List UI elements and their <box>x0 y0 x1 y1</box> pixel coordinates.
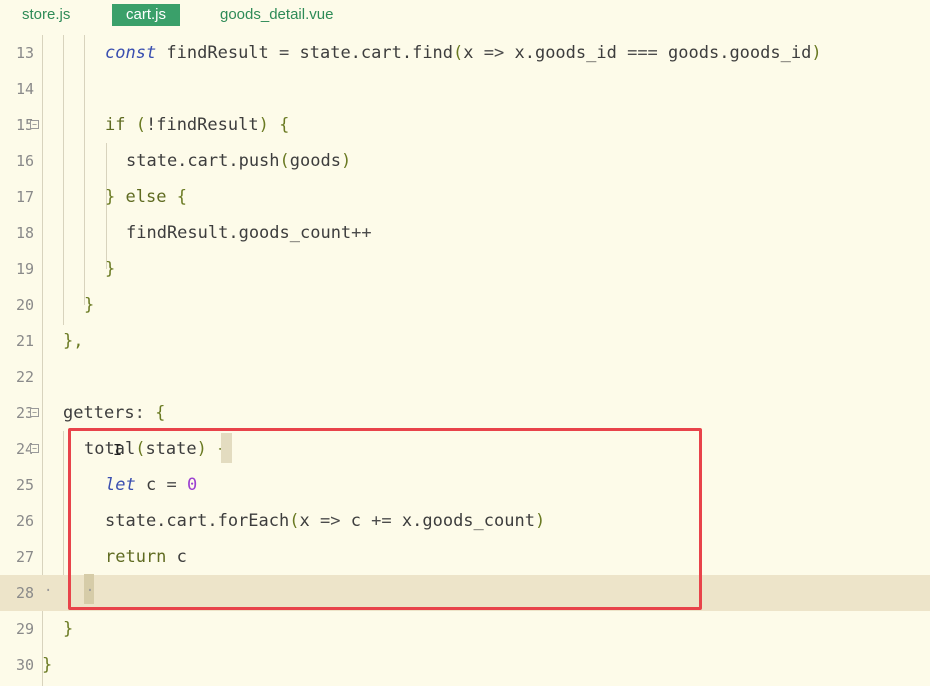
code-line: 30 } <box>0 647 930 683</box>
line-number: 21 <box>15 332 34 350</box>
line-number: 25 <box>15 476 34 494</box>
code-line: 13 const findResult = state.cart.find(x … <box>0 35 930 71</box>
code-text: if (!findResult) { <box>105 115 290 135</box>
line-number: 22 <box>15 368 34 386</box>
code-text: state.cart.push(goods) <box>126 151 352 171</box>
line-number: 28 <box>15 584 34 602</box>
code-line: 18 findResult.goods_count++ <box>0 215 930 251</box>
tab-store-js[interactable]: store.js <box>22 4 70 26</box>
line-number: 14 <box>15 80 34 98</box>
code-text: }, <box>63 331 84 351</box>
line-number: 17 <box>15 188 34 206</box>
code-line: 17 } else { <box>0 179 930 215</box>
code-line: 22 <box>0 359 930 395</box>
code-text: } <box>63 619 74 639</box>
code-line: 14 <box>0 71 930 107</box>
line-number: 30 <box>15 656 34 674</box>
code-line: 15 − if (!findResult) { <box>0 107 930 143</box>
code-text: } <box>42 655 53 675</box>
line-number: 15 <box>15 116 34 134</box>
fold-toggle-icon[interactable]: − <box>30 120 39 129</box>
code-text: } <box>84 295 95 315</box>
line-number: 18 <box>15 224 34 242</box>
code-text: } <box>105 259 116 279</box>
editor-tab-bar: store.js cart.js goods_detail.vue <box>0 0 930 32</box>
code-text: getters: { <box>63 403 166 423</box>
code-line: 20 } <box>0 287 930 323</box>
code-line: 16 state.cart.push(goods) <box>0 143 930 179</box>
code-line: 29 } <box>0 611 930 647</box>
tab-cart-js[interactable]: cart.js <box>112 4 181 26</box>
line-number: 16 <box>15 152 34 170</box>
fold-toggle-icon[interactable]: − <box>30 444 39 453</box>
tab-goods-detail-vue[interactable]: goods_detail.vue <box>220 4 333 26</box>
line-number: 29 <box>15 620 34 638</box>
code-text: const findResult = state.cart.find(x => … <box>105 43 822 63</box>
line-number: 24 <box>15 440 34 458</box>
code-line: 23 − getters: { <box>0 395 930 431</box>
line-number: 27 <box>15 548 34 566</box>
annotation-highlight-box <box>68 428 702 610</box>
line-number: 20 <box>15 296 34 314</box>
line-number: 19 <box>15 260 34 278</box>
line-number: 26 <box>15 512 34 530</box>
code-line: 21 }, <box>0 323 930 359</box>
code-line: 19 } <box>0 251 930 287</box>
code-text: findResult.goods_count++ <box>126 223 372 243</box>
line-number: 23 <box>15 404 34 422</box>
fold-toggle-icon[interactable]: − <box>30 408 39 417</box>
line-number: 13 <box>15 44 34 62</box>
code-text: } else { <box>105 187 187 207</box>
